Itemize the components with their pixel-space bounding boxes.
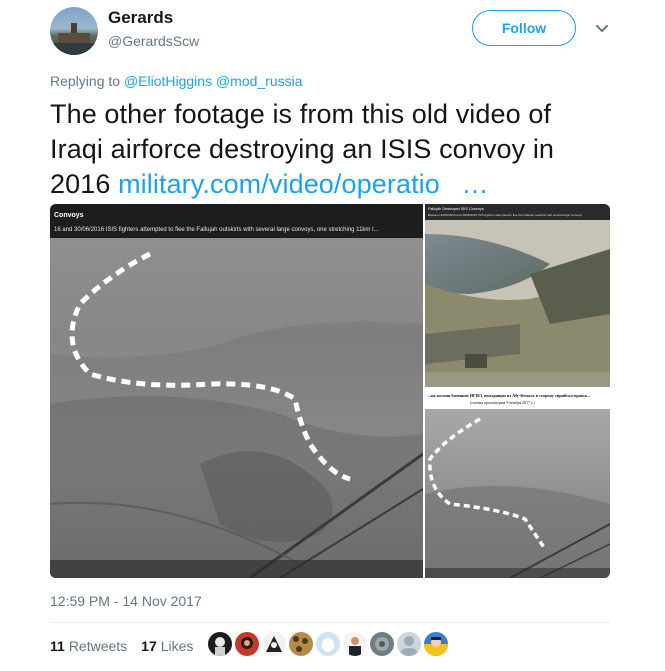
- media-right-top-caption: Fallujah Destroyed ISIS Convoys: [428, 207, 484, 211]
- divider: [50, 622, 610, 623]
- liker-avatar[interactable]: [262, 632, 286, 656]
- chevron-down-icon[interactable]: [594, 20, 610, 36]
- follow-button[interactable]: Follow: [472, 10, 576, 46]
- retweets-stat[interactable]: 11 Retweets: [50, 638, 127, 654]
- liker-avatar[interactable]: [235, 632, 259, 656]
- mention-link-mod-russia[interactable]: @mod_russia: [216, 73, 303, 89]
- tweet-url-ellipsis[interactable]: …: [462, 169, 489, 199]
- media-right-top-subcaption: Between 29/06/2016 and 30/06/2016 ISIS f…: [428, 213, 582, 217]
- likes-stat[interactable]: 17 Likes: [141, 638, 193, 654]
- tweet-text: The other footage is from this old video…: [50, 97, 610, 202]
- likers-avatars: [208, 632, 448, 656]
- tweet-stats: 11 Retweets 17 Likes: [50, 638, 193, 654]
- user-name[interactable]: Gerards: [108, 8, 173, 28]
- liker-avatar[interactable]: [370, 632, 394, 656]
- liker-avatar[interactable]: [316, 632, 340, 656]
- media-right-mid-caption: ...на колонн боевиков ИГИЛ, выходящих из…: [428, 393, 591, 398]
- user-avatar[interactable]: [50, 7, 98, 55]
- tweet-card: Gerards @GerardsScw Follow Replying to @…: [0, 0, 665, 671]
- user-handle[interactable]: @GerardsScw: [108, 33, 199, 49]
- liker-avatar[interactable]: [208, 632, 232, 656]
- tweet-media-image[interactable]: Convoys 16 and 30/06/2016 ISIS fighters …: [50, 204, 610, 578]
- liker-avatar[interactable]: [424, 632, 448, 656]
- media-left-caption: 16 and 30/06/2016 ISIS fighters attempte…: [54, 227, 379, 233]
- liker-avatar[interactable]: [343, 632, 367, 656]
- tweet-timestamp[interactable]: 12:59 PM - 14 Nov 2017: [50, 593, 202, 609]
- replying-to: Replying to @EliotHiggins @mod_russia: [50, 73, 303, 89]
- liker-avatar[interactable]: [397, 632, 421, 656]
- media-right-mid-subcaption: (съемка произведена 9 ноября 2017 г.): [470, 400, 535, 405]
- liker-avatar[interactable]: [289, 632, 313, 656]
- replying-to-label: Replying to: [50, 73, 121, 89]
- media-left-title: Convoys: [54, 212, 84, 219]
- tweet-url-link[interactable]: military.com/video/operatio: [118, 169, 440, 199]
- mention-link-eliothiggins[interactable]: @EliotHiggins: [124, 73, 212, 89]
